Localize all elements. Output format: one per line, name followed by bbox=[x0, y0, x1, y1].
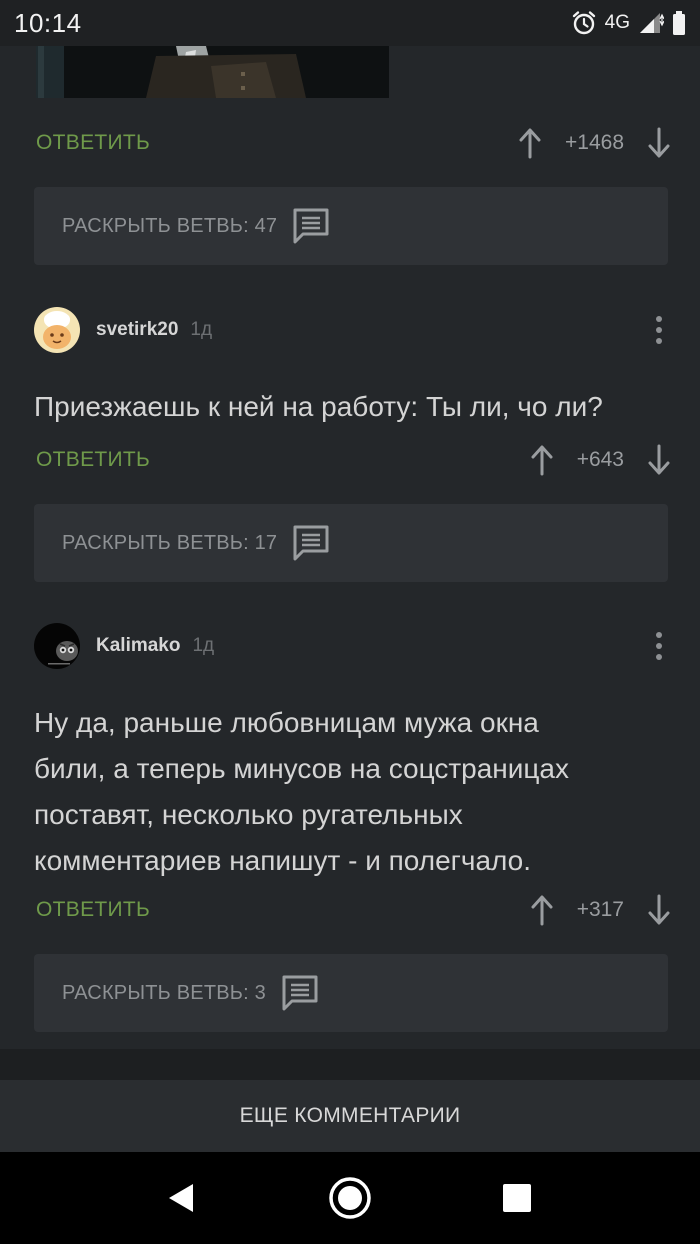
rating-score: +317 bbox=[576, 898, 624, 921]
alarm-icon bbox=[572, 11, 595, 35]
reply-button[interactable]: ОТВЕТИТЬ bbox=[36, 898, 150, 922]
comment-text-line: Приезжаешь к ней на работу: Ты ли, чо ли… bbox=[34, 391, 603, 422]
more-vertical-icon bbox=[656, 632, 662, 660]
comments-icon bbox=[280, 974, 320, 1012]
expand-branch-label: РАСКРЫТЬ ВЕТВЬ: 17 bbox=[62, 531, 278, 554]
reply-button[interactable]: ОТВЕТИТЬ bbox=[36, 131, 150, 155]
comment-text-line: били, а теперь минусов на соцстраницах bbox=[34, 753, 570, 784]
more-options-button[interactable] bbox=[644, 626, 674, 666]
comment-image[interactable] bbox=[36, 46, 389, 98]
status-icons: 4G bbox=[571, 10, 686, 36]
signal-icon bbox=[640, 13, 664, 33]
expand-branch-button[interactable]: РАСКРЫТЬ ВЕТВЬ: 47 bbox=[34, 187, 668, 265]
rating-score: +643 bbox=[576, 448, 624, 471]
comment-header: svetirk20 1д bbox=[34, 305, 674, 355]
arrow-down-icon bbox=[648, 127, 670, 158]
author-name[interactable]: Kalimako bbox=[96, 635, 180, 657]
vote-controls: +317 bbox=[527, 886, 674, 934]
section-divider bbox=[0, 1049, 700, 1080]
arrow-up-icon bbox=[519, 128, 541, 159]
arrow-down-icon bbox=[648, 894, 670, 925]
comment-image-graphic bbox=[36, 46, 389, 98]
arrow-down-icon bbox=[648, 444, 670, 475]
comment-text: Ну да, раньше любовницам мужа окна били,… bbox=[34, 700, 674, 884]
recents-button[interactable] bbox=[493, 1174, 541, 1222]
comment-text: Приезжаешь к ней на работу: Ты ли, чо ли… bbox=[34, 384, 674, 430]
downvote-button[interactable] bbox=[644, 893, 674, 927]
upvote-button[interactable] bbox=[527, 443, 557, 477]
comment-actions: ОТВЕТИТЬ +643 bbox=[0, 436, 700, 484]
upvote-button[interactable] bbox=[527, 893, 557, 927]
back-triangle-icon bbox=[169, 1184, 193, 1212]
expand-branch-label: РАСКРЫТЬ ВЕТВЬ: 3 bbox=[62, 981, 266, 1004]
status-bar: 10:14 4G bbox=[0, 0, 700, 46]
upvote-button[interactable] bbox=[515, 126, 545, 160]
more-vertical-icon bbox=[656, 316, 662, 344]
comment-time: 1д bbox=[192, 635, 215, 656]
comment-time: 1д bbox=[190, 319, 213, 340]
home-circle-icon bbox=[329, 1177, 371, 1219]
reply-button[interactable]: ОТВЕТИТЬ bbox=[36, 448, 150, 472]
downvote-button[interactable] bbox=[644, 443, 674, 477]
network-type: 4G bbox=[604, 12, 630, 33]
vote-controls: +1468 bbox=[515, 119, 674, 167]
comment-text-line: комментариев напишут - и полегчало. bbox=[34, 845, 532, 876]
arrow-up-icon bbox=[531, 445, 553, 476]
author-name[interactable]: svetirk20 bbox=[96, 319, 178, 341]
comment-text-line: Ну да, раньше любовницам мужа окна bbox=[34, 707, 539, 738]
downvote-button[interactable] bbox=[644, 126, 674, 160]
comment-actions: ОТВЕТИТЬ +1468 bbox=[0, 119, 700, 167]
status-time: 10:14 bbox=[14, 7, 82, 38]
navigation-bar bbox=[0, 1152, 700, 1244]
vote-controls: +643 bbox=[527, 436, 674, 484]
comments-icon bbox=[291, 524, 331, 562]
expand-branch-button[interactable]: РАСКРЫТЬ ВЕТВЬ: 3 bbox=[34, 954, 668, 1032]
expand-branch-label: РАСКРЫТЬ ВЕТВЬ: 47 bbox=[62, 214, 278, 237]
comments-icon bbox=[291, 207, 331, 245]
comment-header: Kalimako 1д bbox=[34, 621, 674, 671]
more-comments-button[interactable]: ЕЩЕ КОММЕНТАРИИ bbox=[0, 1080, 700, 1152]
more-options-button[interactable] bbox=[644, 310, 674, 350]
more-comments-label: ЕЩЕ КОММЕНТАРИИ bbox=[239, 1104, 461, 1127]
avatar[interactable] bbox=[34, 307, 80, 353]
battery-icon bbox=[673, 11, 685, 35]
recents-square-icon bbox=[503, 1184, 531, 1212]
comment-actions: ОТВЕТИТЬ +317 bbox=[0, 886, 700, 934]
avatar[interactable] bbox=[34, 623, 80, 669]
arrow-up-icon bbox=[531, 895, 553, 926]
back-button[interactable] bbox=[157, 1174, 205, 1222]
comment-text-line: поставят, несколько ругательных bbox=[34, 799, 463, 830]
expand-branch-button[interactable]: РАСКРЫТЬ ВЕТВЬ: 17 bbox=[34, 504, 668, 582]
home-button[interactable] bbox=[326, 1174, 374, 1222]
rating-score: +1468 bbox=[565, 131, 624, 154]
